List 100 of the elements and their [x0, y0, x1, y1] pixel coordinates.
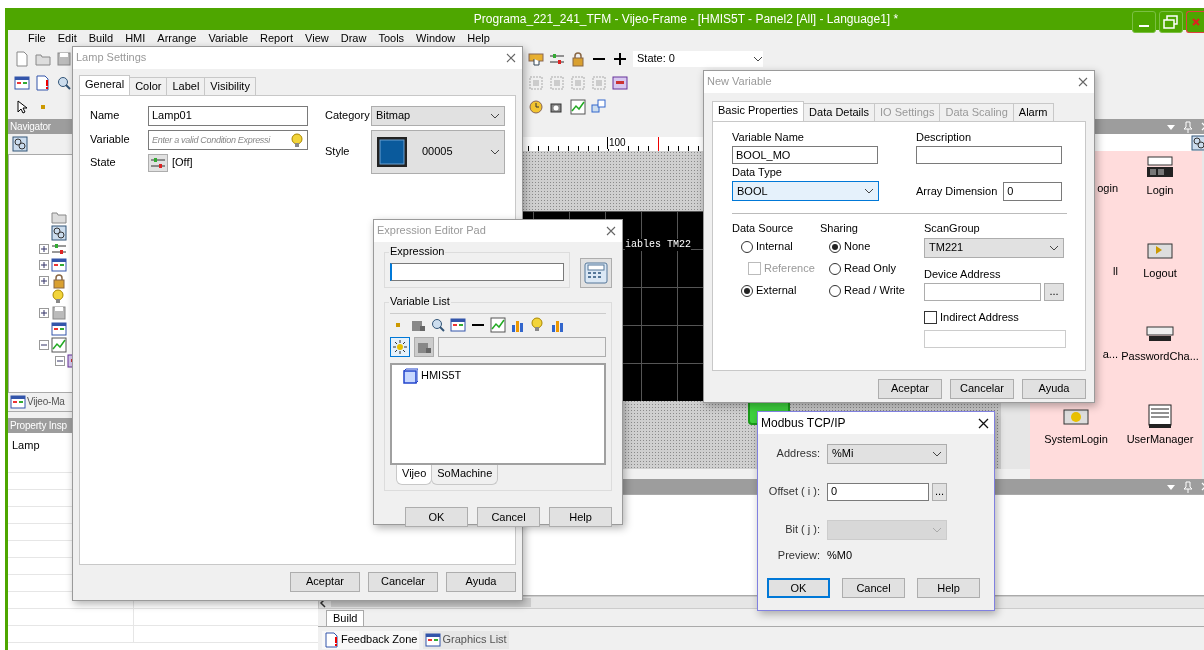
close-button[interactable]	[977, 416, 990, 430]
gears-icon[interactable]	[51, 225, 67, 241]
radio-button[interactable]	[829, 240, 841, 253]
state-dropdown[interactable]: State: 0	[633, 51, 763, 67]
magnifier-icon[interactable]	[56, 75, 72, 91]
checkbox[interactable]	[924, 311, 937, 325]
lock-icon[interactable]	[570, 51, 586, 67]
dialog-tab[interactable]: General	[79, 74, 131, 95]
library-item-label[interactable]: SystemLogin	[1044, 433, 1108, 447]
library-item-label[interactable]: UserManager	[1126, 433, 1194, 447]
radio-button[interactable]	[741, 284, 753, 297]
dropdown[interactable]: Bitmap	[371, 106, 505, 126]
dialog-button[interactable]: Cancel	[477, 507, 540, 528]
dialog-button[interactable]: OK	[767, 578, 830, 599]
input-field[interactable]: Enter a valid Condition Expressi	[148, 130, 308, 150]
dropdown[interactable]: %Mi	[827, 444, 947, 464]
light-bulb-icon[interactable]	[290, 133, 304, 147]
pin-icon[interactable]	[1182, 480, 1194, 493]
collapse-icon[interactable]	[39, 340, 49, 350]
gears-icon[interactable]	[12, 136, 28, 152]
text-field[interactable]	[924, 329, 1066, 348]
panel-tab[interactable]: Vijeo	[396, 465, 433, 486]
minimize-button[interactable]	[1132, 11, 1156, 33]
expand-icon[interactable]	[39, 260, 49, 270]
window-icon[interactable]	[14, 75, 30, 91]
dialog-button[interactable]: Help	[917, 578, 980, 599]
dialog-button[interactable]: Cancelar	[950, 379, 1014, 399]
document-warning-icon[interactable]	[35, 75, 51, 91]
library-item-label[interactable]: PasswordCha...	[1121, 350, 1199, 364]
windows-icon[interactable]	[51, 257, 67, 273]
panel-tab[interactable]: Feedback Zone	[322, 631, 420, 649]
menu-item[interactable]: Window	[410, 31, 462, 46]
radio-button[interactable]	[829, 262, 841, 275]
gears-icon[interactable]	[1191, 134, 1204, 151]
dialog-button[interactable]: Aceptar	[290, 572, 360, 592]
dialog-button[interactable]: Ayuda	[1022, 379, 1086, 399]
text-field[interactable]	[916, 146, 1062, 165]
pin-icon[interactable]	[1182, 120, 1194, 133]
panel-tab[interactable]: Graphics List	[423, 631, 509, 649]
library-item-label[interactable]: Login	[1146, 184, 1174, 198]
trend-chart-icon[interactable]	[570, 99, 586, 115]
dialog-button[interactable]: Ayuda	[446, 572, 516, 592]
dialog-button[interactable]: OK	[405, 507, 468, 528]
library-item-label[interactable]: ogin	[1097, 182, 1118, 196]
open-folder-icon[interactable]	[35, 51, 51, 67]
slider-icon[interactable]	[549, 51, 565, 67]
device-icon[interactable]	[1144, 155, 1176, 179]
dialog-button[interactable]: Help	[549, 507, 612, 528]
dropdown[interactable]: BOOL	[732, 181, 879, 202]
radio-button[interactable]	[829, 284, 841, 297]
magnifier-icon[interactable]	[430, 316, 446, 333]
library-item-label[interactable]: ll	[1113, 265, 1118, 279]
dialog-tab[interactable]: Basic Properties	[712, 100, 805, 121]
shapes-icon[interactable]	[591, 99, 607, 115]
expand-icon[interactable]	[39, 308, 49, 318]
menu-item[interactable]: View	[299, 31, 335, 46]
dropdown[interactable]: 00005	[371, 130, 505, 174]
expand-icon[interactable]	[39, 276, 49, 286]
plus-icon[interactable]	[612, 51, 628, 67]
text-field[interactable]: Lamp01	[148, 106, 308, 126]
dialog-tab[interactable]: Visibility	[204, 76, 256, 95]
library-item-label[interactable]: Logout	[1143, 267, 1177, 281]
browse-button[interactable]: ...	[1044, 282, 1064, 301]
monitor-icon[interactable]	[10, 394, 26, 410]
menu-item[interactable]: HMI	[119, 31, 152, 46]
pointer-icon[interactable]	[14, 99, 30, 115]
menu-item[interactable]: Edit	[51, 31, 83, 46]
dialog-tab[interactable]: Alarm	[1012, 102, 1054, 121]
expression-field[interactable]	[390, 263, 564, 281]
dialog-button[interactable]: Cancelar	[368, 572, 438, 592]
text-field[interactable]: 0	[827, 483, 929, 501]
radio-button[interactable]	[741, 240, 753, 253]
text-field[interactable]: BOOL_MO	[732, 146, 878, 165]
dialog-button[interactable]: Aceptar	[878, 379, 942, 399]
menu-item[interactable]: Tools	[372, 31, 411, 46]
menu-item[interactable]: Arrange	[151, 31, 203, 46]
text-field[interactable]	[924, 282, 1041, 301]
menu-item[interactable]: Help	[461, 31, 496, 46]
save-icon[interactable]	[56, 51, 72, 67]
expand-icon[interactable]	[39, 244, 49, 254]
menu-item[interactable]: Build	[82, 31, 120, 46]
new-file-icon[interactable]	[14, 51, 30, 67]
menu-item[interactable]: File	[22, 31, 52, 46]
panel-tab[interactable]: Vijeo-Ma	[27, 396, 65, 408]
filter-field[interactable]	[438, 337, 606, 357]
menu-item[interactable]: Variable	[202, 31, 255, 46]
hand-icon[interactable]	[528, 51, 544, 67]
text-field[interactable]: 0	[1003, 181, 1062, 201]
menu-item[interactable]: Report	[254, 31, 300, 46]
dialog-button[interactable]: Cancel	[842, 578, 905, 599]
panel-tab[interactable]: Build	[326, 609, 365, 626]
tree-item[interactable]: HMIS5T	[421, 369, 462, 383]
library-item-label[interactable]: a...	[1102, 348, 1118, 362]
panel-tab[interactable]: SoMachine	[431, 465, 499, 486]
menu-item[interactable]: Draw	[334, 31, 373, 46]
panel-icon[interactable]	[612, 75, 628, 91]
browse-button[interactable]: ...	[932, 483, 947, 501]
collapse-icon[interactable]	[55, 356, 65, 366]
clock-icon[interactable]	[528, 99, 544, 115]
dropdown[interactable]: TM221	[924, 237, 1064, 258]
